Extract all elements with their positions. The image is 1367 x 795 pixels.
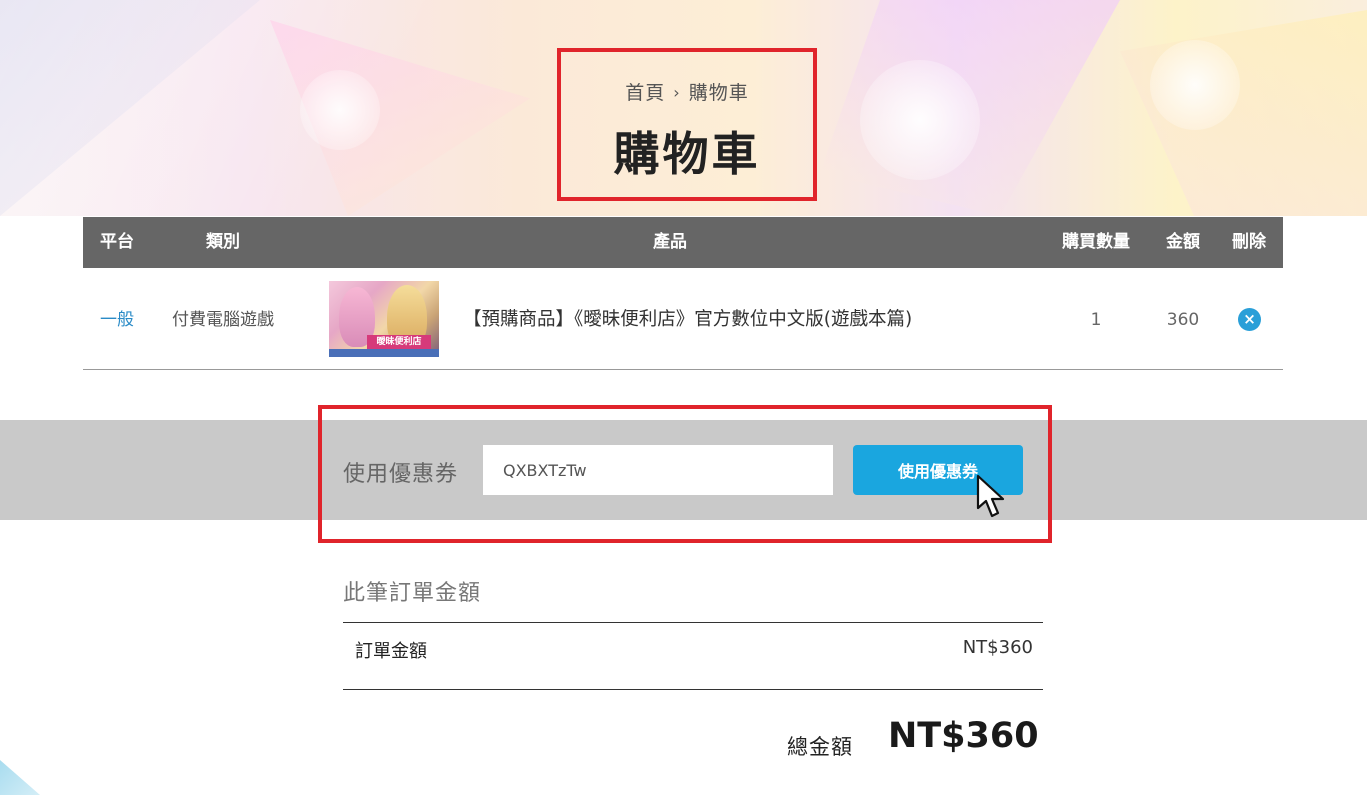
annotation-highlight-box xyxy=(557,48,817,201)
column-header-category: 類別 xyxy=(206,232,240,252)
category-text: 付費電腦遊戲 xyxy=(172,310,274,330)
order-amount-value: NT$360 xyxy=(962,637,1033,658)
hero-shard-decoration xyxy=(1120,10,1367,216)
cart-table-header: 平台 類別 產品 購買數量 金額 刪除 xyxy=(83,217,1283,268)
product-name-link[interactable]: 【預購商品】《曖昧便利店》官方數位中文版(遊戲本篇) xyxy=(463,268,963,369)
close-circle-icon: × xyxy=(1243,310,1256,328)
hero-shard-decoration xyxy=(0,0,260,216)
column-header-amount: 金額 xyxy=(1166,232,1200,252)
corner-decoration xyxy=(0,760,40,795)
column-header-delete: 刪除 xyxy=(1232,232,1266,252)
order-amount-row: 訂單金額 NT$360 xyxy=(343,623,1043,689)
total-amount-value: NT$360 xyxy=(888,716,1039,756)
product-thumbnail[interactable]: 曖昧便利店 xyxy=(329,281,439,357)
table-row: 一般 付費電腦遊戲 曖昧便利店 【預購商品】《曖昧便利店》官方數位中文版(遊戲本… xyxy=(83,268,1283,370)
annotation-highlight-box xyxy=(318,405,1052,543)
order-summary-heading: 此筆訂單金額 xyxy=(343,581,482,606)
column-header-quantity: 購買數量 xyxy=(1062,232,1130,252)
hero-glow-decoration xyxy=(1150,40,1240,130)
mouse-pointer-icon xyxy=(976,474,1005,518)
amount-value: 360 xyxy=(1166,310,1200,330)
order-amount-label: 訂單金額 xyxy=(355,641,427,662)
thumbnail-band xyxy=(329,349,439,357)
column-header-platform: 平台 xyxy=(100,232,134,252)
hero-glow-decoration xyxy=(860,60,980,180)
platform-link[interactable]: 一般 xyxy=(83,268,151,369)
column-header-product: 產品 xyxy=(653,232,687,252)
delete-cell: × xyxy=(1223,268,1275,369)
thumbnail-game-logo: 曖昧便利店 xyxy=(367,335,431,349)
hero-glow-decoration xyxy=(300,70,380,150)
quantity-value: 1 xyxy=(1090,310,1102,330)
delete-item-button[interactable]: × xyxy=(1238,308,1261,331)
total-amount-label: 總金額 xyxy=(787,735,853,759)
divider xyxy=(343,689,1043,690)
